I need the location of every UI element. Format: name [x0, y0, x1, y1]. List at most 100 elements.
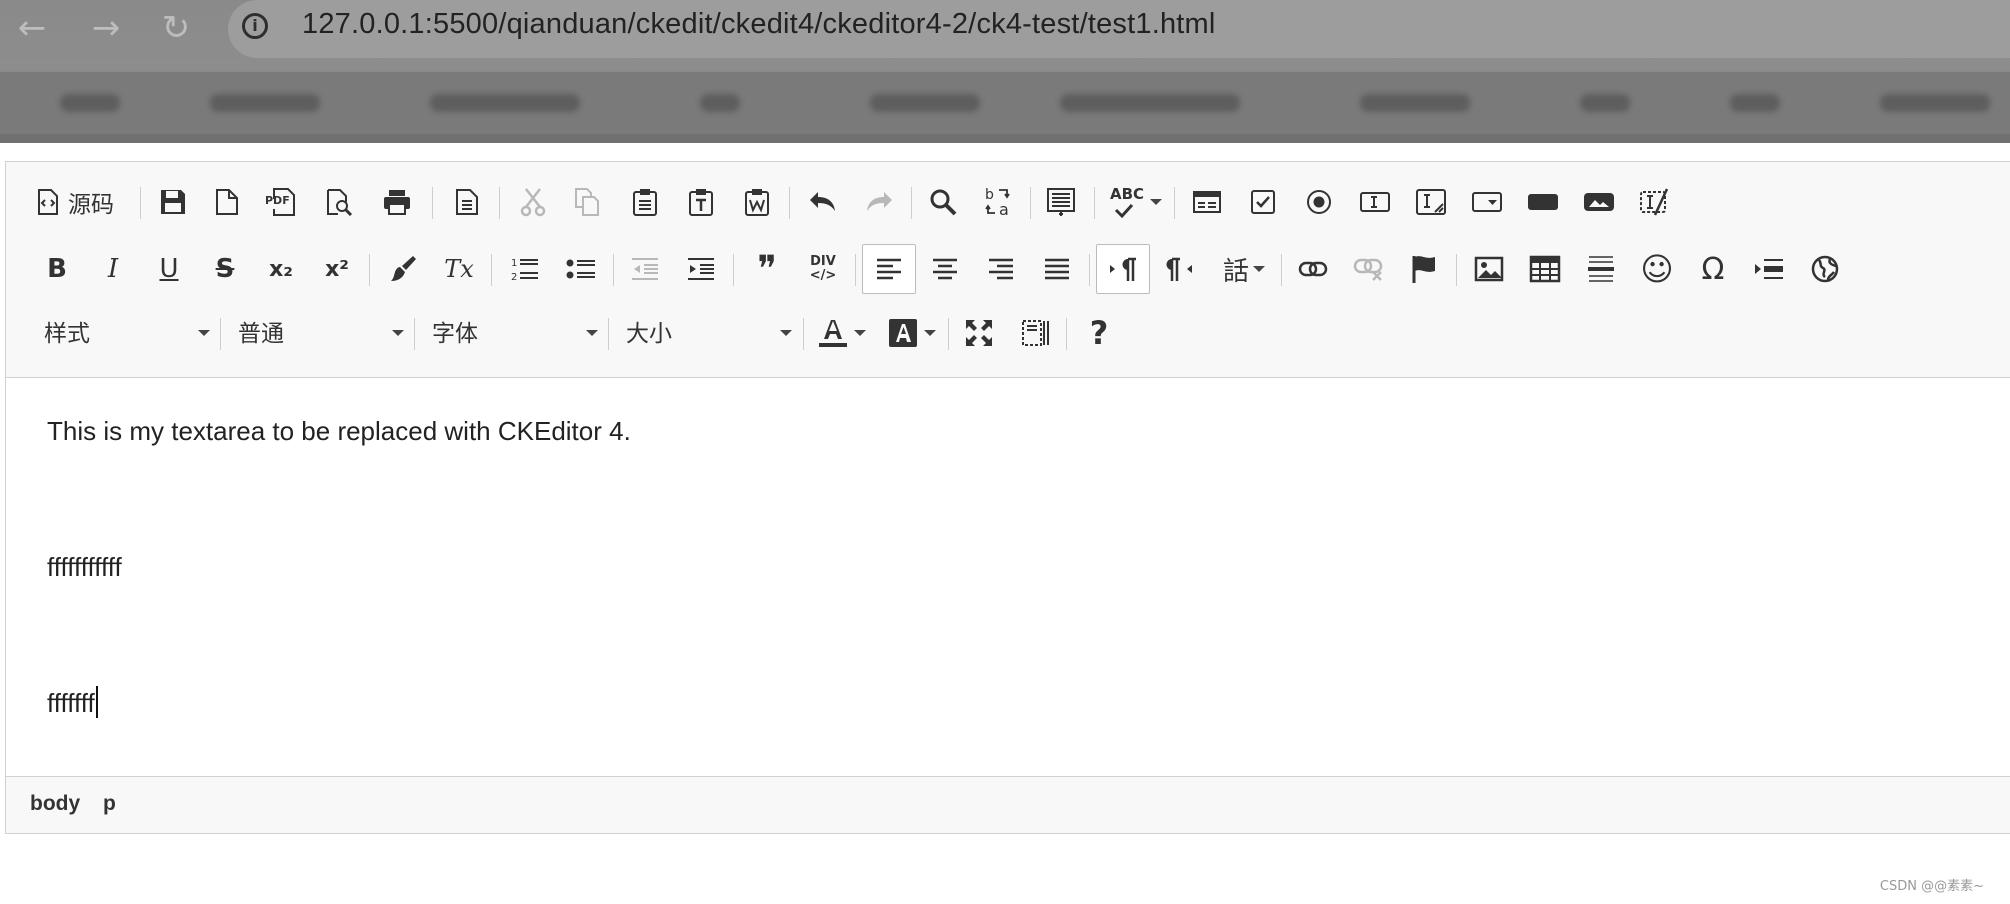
indent-button[interactable] [680, 248, 722, 290]
image-button[interactable] [1468, 248, 1510, 290]
checkbox-button[interactable] [1242, 181, 1284, 223]
bookmark-blurred[interactable] [60, 94, 120, 112]
bookmark-blurred[interactable] [430, 94, 580, 112]
hidden-field-button[interactable] [1634, 181, 1676, 223]
site-info-icon[interactable]: i [242, 13, 268, 39]
bookmark-blurred[interactable] [1360, 94, 1470, 112]
align-center-button[interactable] [924, 248, 966, 290]
format-combo-label: 普通 [238, 320, 284, 346]
select-all-icon [1047, 188, 1075, 216]
align-right-button[interactable] [980, 248, 1022, 290]
path-item-p[interactable]: p [103, 792, 116, 816]
align-left-button[interactable] [862, 244, 916, 294]
page-break-button[interactable] [1748, 248, 1790, 290]
numbered-list-button[interactable]: 12 [504, 248, 546, 290]
blockquote-button[interactable]: ❞ [746, 248, 788, 290]
show-blocks-button[interactable] [1014, 312, 1056, 354]
link-button[interactable] [1292, 248, 1334, 290]
radio-button[interactable] [1298, 181, 1340, 223]
format-combo[interactable]: 普通 [230, 308, 410, 358]
find-button[interactable] [922, 181, 964, 223]
strikethrough-button[interactable]: S [204, 248, 246, 290]
remove-format-button[interactable]: Tx [438, 248, 480, 290]
superscript-button[interactable]: x² [316, 248, 358, 290]
cut-button[interactable] [512, 181, 554, 223]
outdent-button[interactable] [624, 248, 666, 290]
print-button[interactable] [376, 181, 418, 223]
page-break-icon [1755, 259, 1783, 279]
smiley-button[interactable]: ☺ [1636, 248, 1678, 290]
url-text[interactable]: 127.0.0.1:5500/qianduan/ckedit/ckedit4/c… [302, 8, 1216, 41]
select-field-button[interactable] [1466, 181, 1508, 223]
size-combo[interactable]: 大小 [618, 308, 798, 358]
preview-button[interactable] [318, 181, 360, 223]
textarea-button[interactable] [1410, 181, 1452, 223]
unlink-icon [1353, 258, 1383, 281]
horizontal-line-button[interactable] [1580, 248, 1622, 290]
separator [608, 318, 609, 350]
subscript-button[interactable]: x₂ [260, 248, 302, 290]
copy-formatting-button[interactable] [382, 248, 424, 290]
address-bar[interactable]: i 127.0.0.1:5500/qianduan/ckedit/ckedit4… [228, 0, 2010, 58]
bookmark-blurred[interactable] [210, 94, 320, 112]
chevron-down-icon [1253, 266, 1265, 272]
bookmark-blurred[interactable] [1060, 94, 1240, 112]
select-all-button[interactable] [1040, 181, 1082, 223]
background-color-button[interactable] [884, 312, 940, 354]
paste-button[interactable] [624, 181, 666, 223]
forward-icon[interactable]: → [84, 6, 128, 50]
image-button-element[interactable] [1578, 181, 1620, 223]
italic-button[interactable]: I [92, 248, 134, 290]
export-pdf-button[interactable]: PDF [262, 181, 304, 223]
paragraph-with-caret[interactable]: fffffff [47, 686, 98, 719]
bookmark-blurred[interactable] [870, 94, 980, 112]
back-icon[interactable]: ← [10, 6, 54, 50]
source-button[interactable]: 源码 [36, 181, 136, 223]
text-caret [95, 686, 98, 718]
unlink-button[interactable] [1348, 248, 1390, 290]
bookmark-blurred[interactable] [700, 94, 740, 112]
table-button[interactable] [1524, 248, 1566, 290]
reload-icon[interactable]: ↻ [154, 6, 198, 50]
templates-icon [456, 189, 478, 215]
text-color-button[interactable] [814, 312, 870, 354]
copy-button[interactable] [566, 181, 608, 223]
paragraph[interactable]: This is my textarea to be replaced with … [47, 416, 631, 447]
anchor-button[interactable] [1404, 248, 1446, 290]
link-icon [1298, 261, 1328, 277]
save-button[interactable] [152, 181, 194, 223]
redo-button[interactable] [858, 181, 900, 223]
replace-button[interactable]: b a [978, 181, 1020, 223]
text-direction-rtl-button[interactable] [1158, 248, 1200, 290]
justify-button[interactable] [1036, 248, 1078, 290]
language-button[interactable]: 話 [1214, 248, 1274, 290]
text-field-button[interactable] [1354, 181, 1396, 223]
styles-combo[interactable]: 样式 [36, 308, 216, 358]
paste-text-button[interactable] [680, 181, 722, 223]
new-page-button[interactable] [206, 181, 248, 223]
underline-button[interactable]: U [148, 248, 190, 290]
help-button[interactable]: ? [1078, 312, 1120, 354]
special-char-button[interactable]: Ω [1692, 248, 1734, 290]
editing-area[interactable]: This is my textarea to be replaced with … [6, 378, 2010, 777]
create-div-button[interactable]: DIV </> [802, 248, 844, 290]
bookmark-blurred[interactable] [1580, 94, 1630, 112]
iframe-button[interactable] [1804, 248, 1846, 290]
bookmark-blurred[interactable] [1880, 94, 1990, 112]
maximize-button[interactable] [958, 312, 1000, 354]
bookmark-blurred[interactable] [1730, 94, 1780, 112]
form-button-element[interactable] [1522, 181, 1564, 223]
spellcheck-button[interactable]: ABC [1104, 181, 1164, 223]
path-item-body[interactable]: body [30, 792, 80, 816]
bold-button[interactable]: B [36, 248, 78, 290]
text-direction-ltr-button[interactable] [1096, 244, 1150, 294]
paragraph[interactable]: fffffffffff [47, 552, 122, 583]
chevron-down-icon [854, 330, 866, 336]
font-combo[interactable]: 字体 [424, 308, 604, 358]
bulleted-list-button[interactable] [560, 248, 602, 290]
paste-from-word-button[interactable] [736, 181, 778, 223]
form-button[interactable] [1186, 181, 1228, 223]
horizontal-line-icon [1588, 256, 1614, 282]
undo-button[interactable] [802, 181, 844, 223]
templates-button[interactable] [446, 181, 488, 223]
